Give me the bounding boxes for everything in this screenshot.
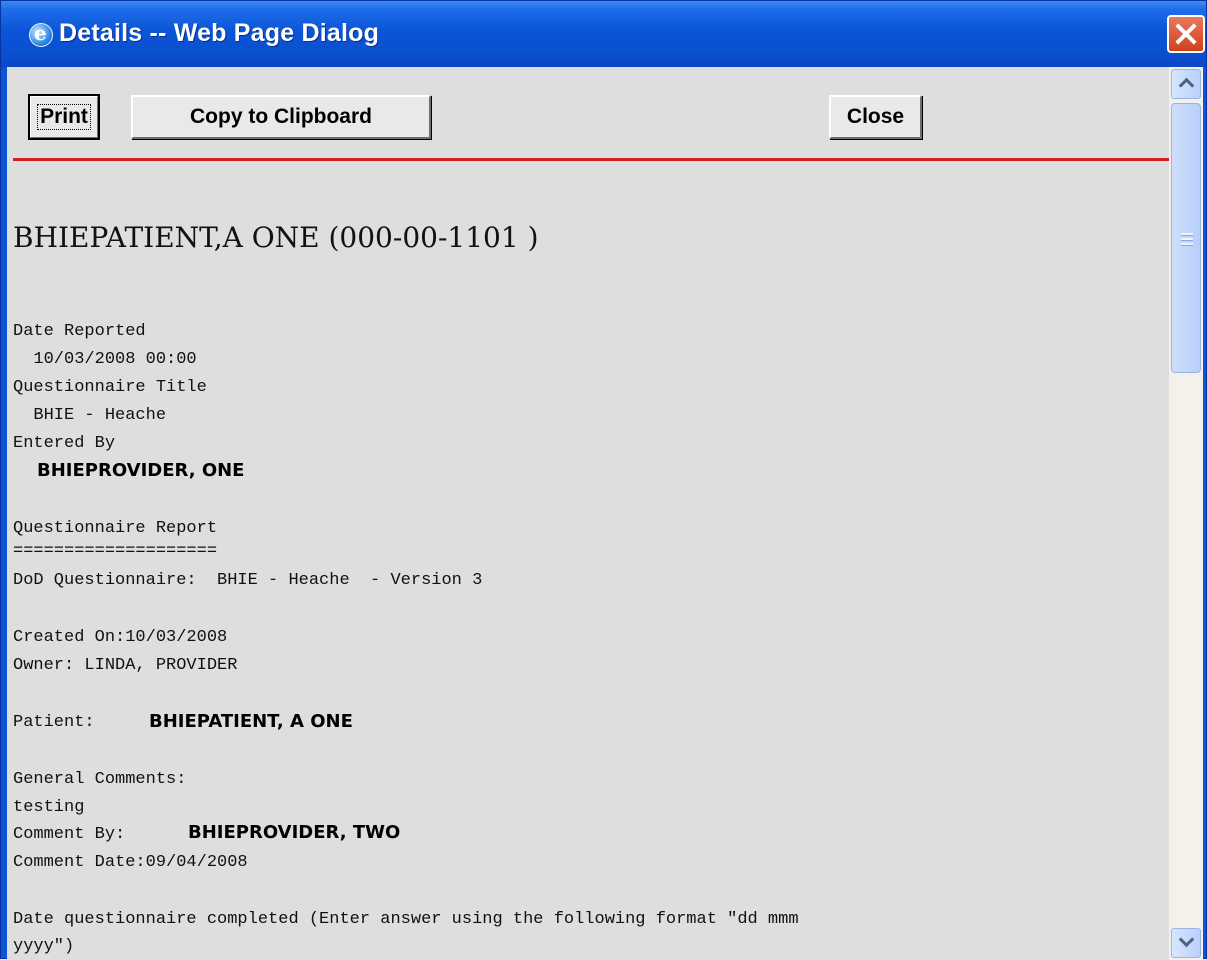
- comment-date: Comment Date:09/04/2008: [13, 853, 248, 872]
- report-separator: ====================: [13, 542, 218, 561]
- vertical-scrollbar[interactable]: [1169, 67, 1203, 960]
- created-on: Created On:10/03/2008: [13, 628, 228, 647]
- scroll-up-arrow-icon[interactable]: [1171, 69, 1201, 99]
- scroll-down-arrow-icon[interactable]: [1171, 928, 1201, 958]
- date-reported-value: 10/03/2008 00:00: [13, 350, 197, 369]
- close-button[interactable]: Close: [829, 95, 922, 139]
- print-button[interactable]: Print: [28, 94, 100, 140]
- dialog-window: Details -- Web Page Dialog Print Copy to…: [0, 0, 1207, 960]
- general-comments-label: General Comments:: [13, 770, 187, 789]
- entered-by-label: Entered By: [13, 434, 116, 453]
- date-reported-label: Date Reported: [13, 322, 146, 341]
- dialog-client-area: Print Copy to Clipboard Close BHIEPATIEN…: [7, 67, 1203, 960]
- dod-questionnaire-line: DoD Questionnaire: BHIE - Heache - Versi…: [13, 571, 483, 590]
- ie-page-icon: [29, 21, 53, 47]
- general-comments-value: testing: [13, 798, 85, 817]
- owner: Owner: LINDA, PROVIDER: [13, 656, 238, 675]
- print-button-label: Print: [37, 104, 91, 130]
- toolbar: Print Copy to Clipboard Close: [7, 67, 1169, 161]
- scroll-thumb[interactable]: [1171, 103, 1201, 373]
- questionnaire-title-label: Questionnaire Title: [13, 378, 207, 397]
- question-text-line-2: yyyy"): [13, 937, 75, 956]
- questionnaire-title-value: BHIE - Heache: [13, 406, 167, 425]
- entered-by-value: BHIEPROVIDER, ONE: [37, 460, 245, 481]
- questionnaire-report-label: Questionnaire Report: [13, 519, 218, 538]
- window-close-icon[interactable]: [1167, 15, 1205, 53]
- patient-label: Patient:: [13, 713, 95, 732]
- title-bar[interactable]: Details -- Web Page Dialog: [1, 1, 1206, 67]
- report-content: BHIEPATIENT,A ONE (000-00-1101 ) Date Re…: [13, 161, 1169, 960]
- patient-header: BHIEPATIENT,A ONE (000-00-1101 ): [13, 221, 539, 254]
- question-text-line-1: Date questionnaire completed (Enter answ…: [13, 910, 799, 929]
- copy-to-clipboard-button[interactable]: Copy to Clipboard: [131, 95, 431, 139]
- window-title: Details -- Web Page Dialog: [59, 19, 380, 47]
- comment-by-label: Comment By:: [13, 825, 126, 844]
- patient-value: BHIEPATIENT, A ONE: [149, 711, 353, 732]
- comment-by-value: BHIEPROVIDER, TWO: [188, 822, 401, 843]
